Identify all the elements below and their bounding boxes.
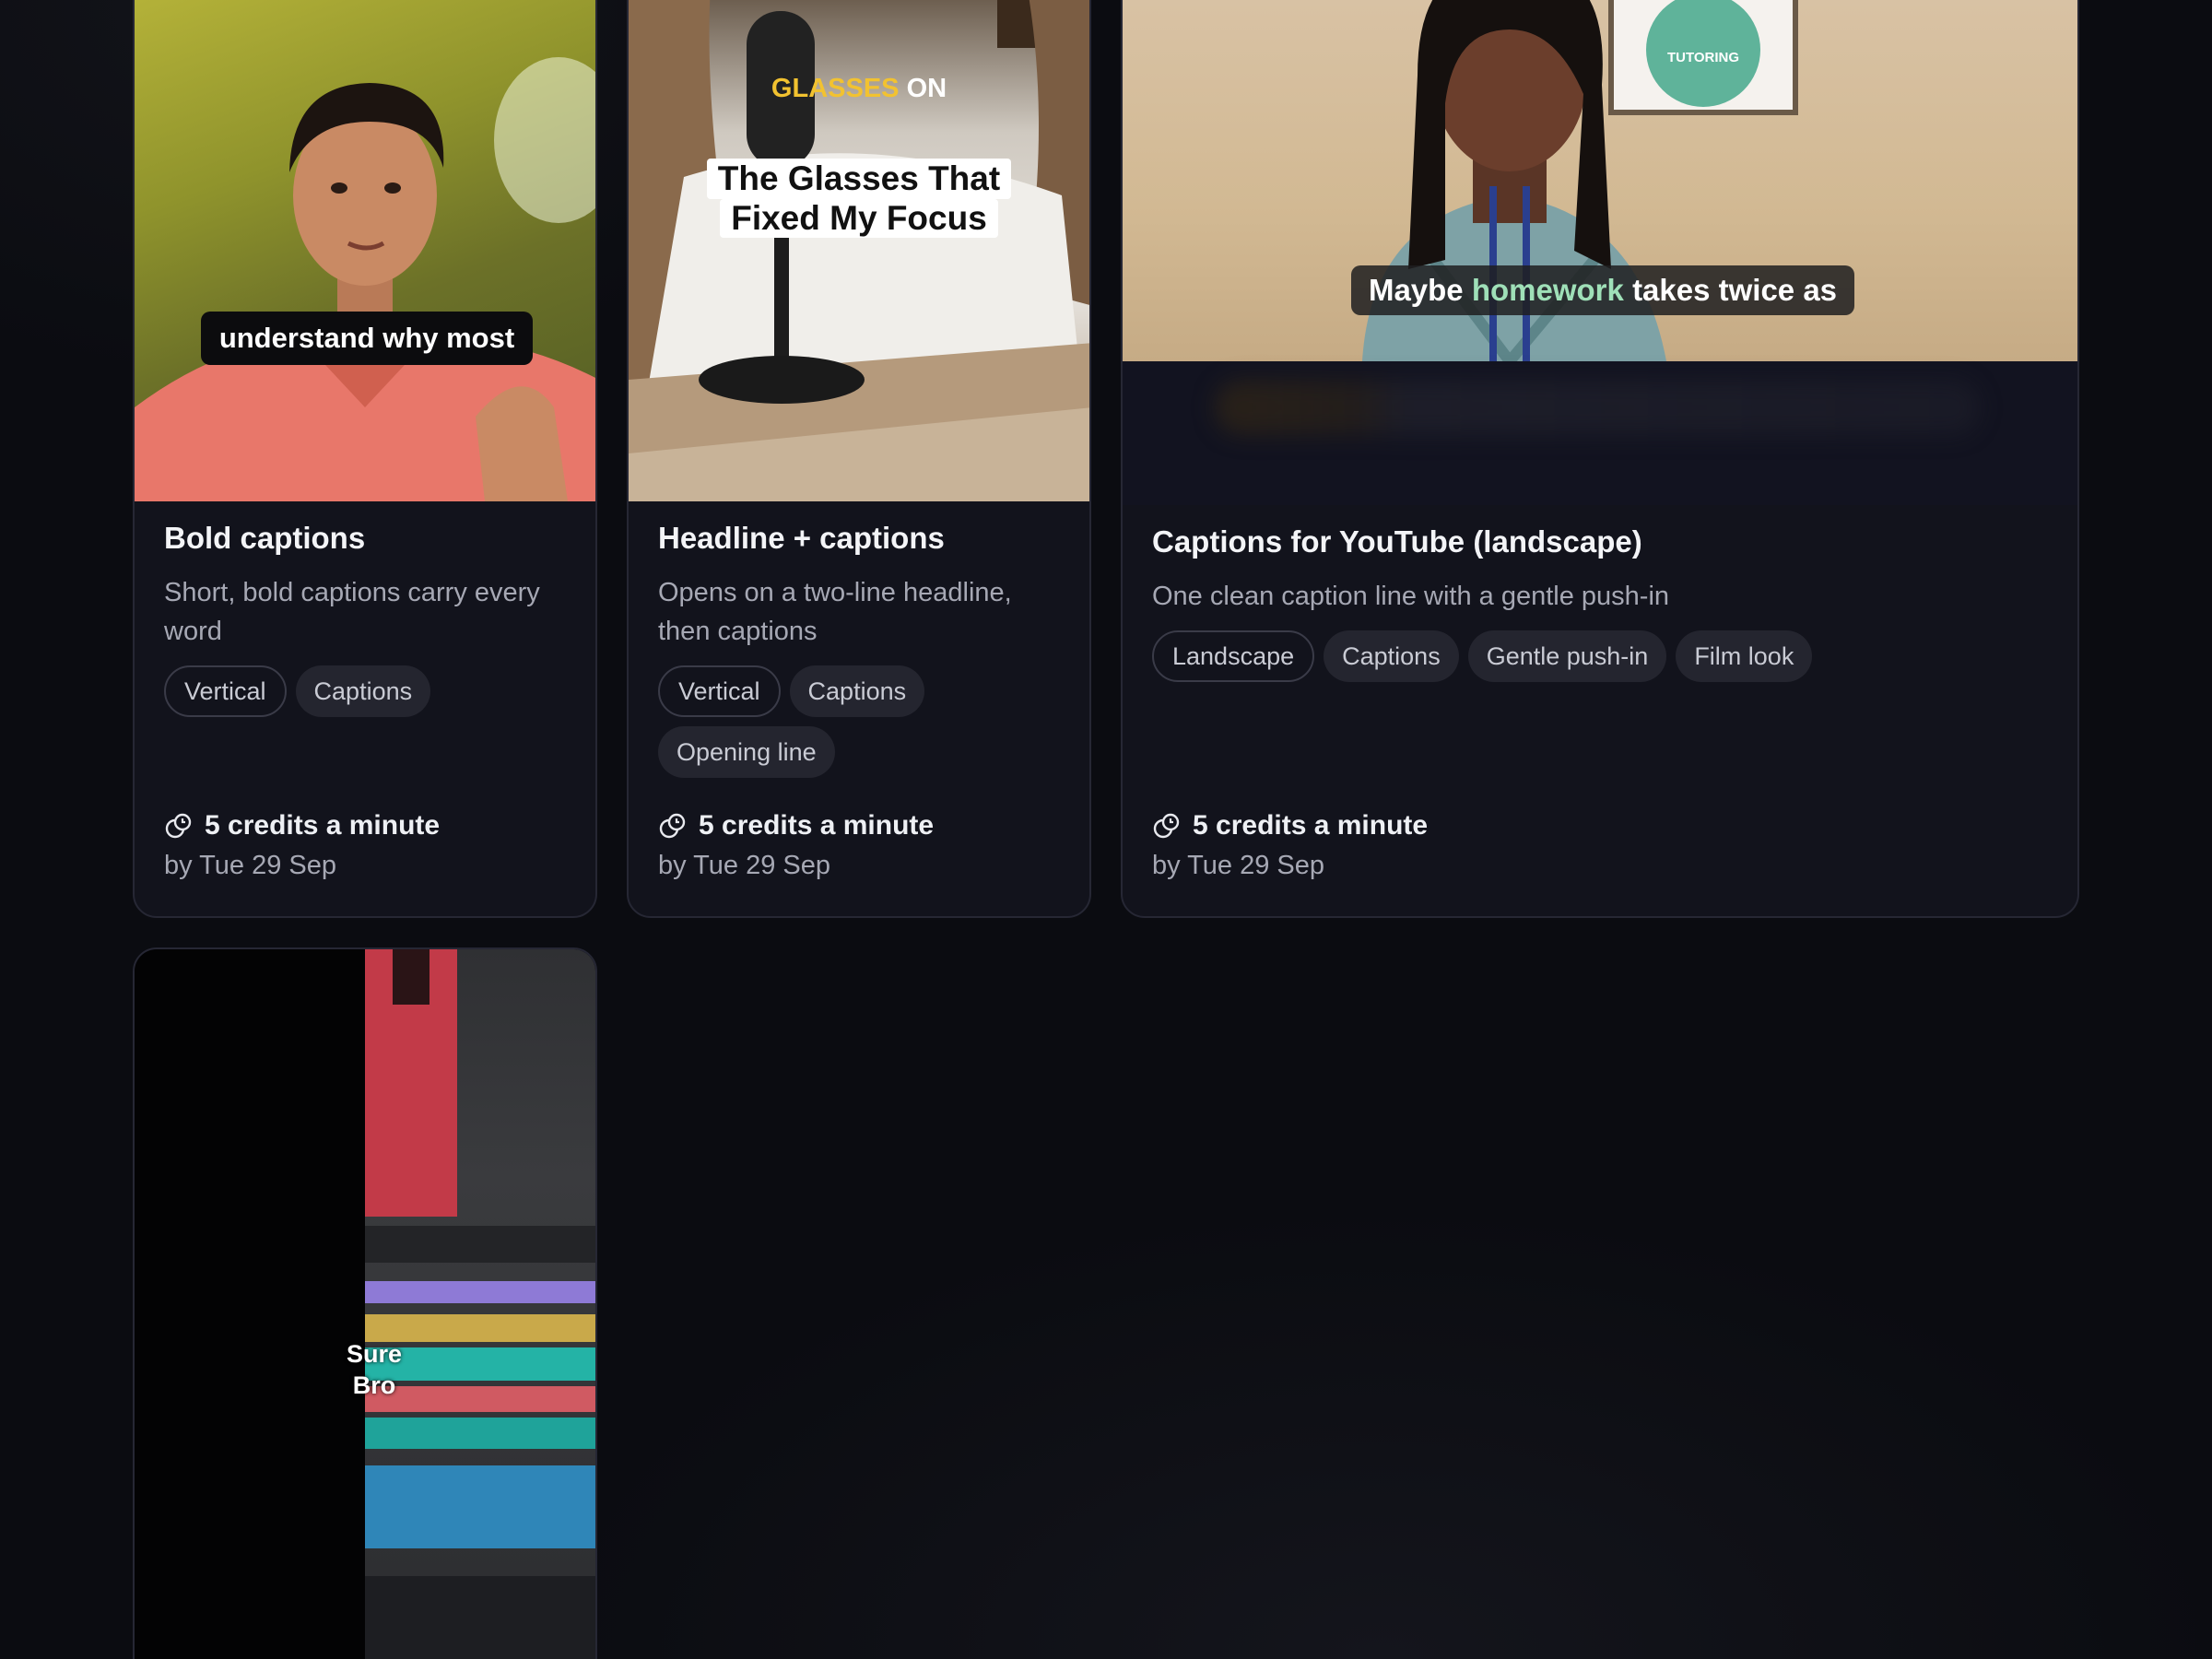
thumbnail-caption-line-2: Bro [352, 1371, 396, 1399]
template-preview-thumbnail[interactable]: understand why most [135, 0, 595, 501]
card-title: Headline + captions [658, 521, 945, 555]
credits-info: 5 credits a minute [658, 807, 934, 844]
credits-info: 5 credits a minute [1152, 807, 1428, 844]
credits-label: 5 credits a minute [205, 810, 441, 841]
card-description: Short, bold captions carry every word [164, 578, 540, 646]
credits-label: 5 credits a minute [699, 810, 935, 841]
tag-film-look[interactable]: Film look [1676, 630, 1813, 682]
template-gallery: understand why most Bold captions Short,… [0, 0, 2212, 1659]
template-preview-thumbnail[interactable]: TUTORING Maybe homework takes twice as [1123, 0, 2077, 505]
template-preview-thumbnail[interactable]: GLASSES ON The Glasses That Fixed My Foc… [629, 0, 1089, 501]
tag-captions[interactable]: Captions [295, 665, 431, 717]
card-title: Bold captions [164, 521, 366, 555]
credits-clock-icon [165, 813, 192, 839]
thumbnail-headline-line-1: The Glasses That [706, 159, 1012, 199]
card-content: Captions for YouTube (landscape) One cle… [1152, 524, 2048, 682]
thumbnail-kicker-rest: ON [906, 74, 947, 103]
credits-info: 5 credits a minute [164, 807, 440, 844]
card-description: Opens on a two-line headline, then capti… [658, 578, 1012, 646]
credits-clock-icon [1153, 813, 1180, 839]
thumbnail-caption: Sure Bro [319, 1338, 429, 1401]
thumbnail-headline-line-2: Fixed My Focus [720, 199, 998, 238]
card-description: One clean caption line with a gentle pus… [1152, 582, 1670, 611]
person-illustration [135, 57, 595, 501]
thumbnail-video-frame: TUTORING Maybe homework takes twice as [1123, 0, 2077, 361]
tag-vertical[interactable]: Vertical [658, 665, 781, 717]
card-footer: 5 credits a minute by Tue 29 Sep [658, 807, 934, 885]
deadline-label: by Tue 29 Sep [164, 851, 337, 880]
template-card-youtube-landscape[interactable]: TUTORING Maybe homework takes twice as C… [1121, 0, 2079, 918]
credits-clock-icon [659, 813, 686, 839]
thumbnail-caption-start: Maybe [1368, 273, 1464, 307]
tag-list: Landscape Captions Gentle push-in Film l… [1152, 630, 2048, 682]
tag-captions[interactable]: Captions [789, 665, 925, 717]
card-footer: 5 credits a minute by Tue 29 Sep [164, 807, 440, 885]
card-content: Bold captions Short, bold captions carry… [164, 520, 566, 717]
tag-opening-line[interactable]: Opening line [658, 726, 835, 778]
deadline-label: by Tue 29 Sep [658, 851, 831, 880]
thumbnail-caption: understand why most [201, 312, 533, 365]
template-card-headline-captions[interactable]: GLASSES ON The Glasses That Fixed My Foc… [627, 0, 1091, 918]
template-card-bold-captions[interactable]: understand why most Bold captions Short,… [133, 0, 597, 918]
editor-timeline-illustration [365, 949, 595, 1659]
card-footer: 5 credits a minute by Tue 29 Sep [1152, 807, 1428, 885]
thumbnail-kicker: GLASSES ON [629, 74, 1089, 104]
thumbnail-caption: Maybe homework takes twice as [1351, 265, 1854, 315]
card-title: Captions for YouTube (landscape) [1152, 524, 1642, 559]
thumbnail-headline: The Glasses That Fixed My Focus [629, 159, 1089, 238]
thumbnail-sign-text: TUTORING [1666, 50, 1740, 65]
thumbnail-video-frame [365, 949, 595, 1659]
tag-landscape[interactable]: Landscape [1152, 630, 1315, 682]
tag-list: Vertical Captions [164, 665, 566, 717]
tag-captions[interactable]: Captions [1324, 630, 1459, 682]
thumbnail-caption-highlight: homework [1471, 273, 1624, 307]
template-preview-thumbnail[interactable]: Sure Bro [135, 949, 595, 1659]
credits-label: 5 credits a minute [1193, 810, 1429, 841]
thumbnail-kicker-highlight: GLASSES [771, 74, 900, 103]
thumbnail-caption-line-1: Sure [346, 1340, 403, 1368]
tag-gentle-push-in[interactable]: Gentle push-in [1467, 630, 1667, 682]
card-content: Headline + captions Opens on a two-line … [658, 520, 1060, 778]
template-card-partial[interactable]: Sure Bro [133, 947, 597, 1659]
tag-vertical[interactable]: Vertical [164, 665, 287, 717]
deadline-label: by Tue 29 Sep [1152, 851, 1325, 880]
tag-list: Vertical Captions Opening line [658, 665, 953, 778]
thumbnail-caption-end: takes twice as [1632, 273, 1838, 307]
thumbnail-blurred-strip [1215, 380, 1980, 435]
